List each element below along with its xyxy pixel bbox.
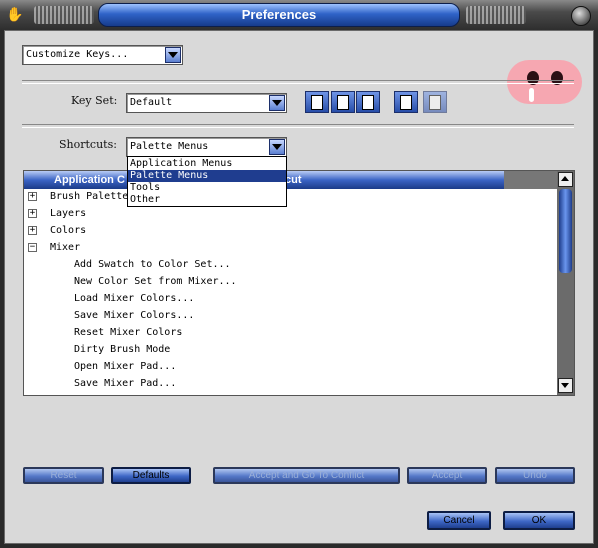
undo-button[interactable]: Undo [495, 467, 575, 484]
cancel-button[interactable]: Cancel [427, 511, 491, 530]
reset-button[interactable]: Reset [23, 467, 104, 484]
list-item[interactable]: Load Mixer Colors... [74, 290, 194, 307]
summary-icon [400, 94, 412, 110]
list-item[interactable]: Save Mixer Colors... [74, 307, 194, 324]
list-item[interactable]: Reset Mixer Colors [74, 324, 182, 341]
list-item[interactable]: Add Swatch to Color Set... [74, 256, 231, 273]
shortcuts-select[interactable]: Palette Menus [126, 137, 287, 157]
scroll-thumb[interactable] [559, 189, 572, 273]
ok-button[interactable]: OK [503, 511, 575, 530]
shortcuts-dropdown-menu[interactable]: Application Menus Palette Menus Tools Ot… [127, 156, 287, 207]
list-header-filler [504, 171, 560, 189]
dropdown-option-selected[interactable]: Palette Menus [128, 170, 286, 182]
chevron-down-icon[interactable] [269, 95, 285, 111]
hand-icon: ✋ [6, 7, 24, 23]
list-item[interactable]: Dirty Brush Mode [74, 341, 170, 358]
dropdown-option[interactable]: Other [128, 194, 286, 206]
delete-icon [429, 94, 441, 110]
collapse-icon[interactable]: − [28, 243, 37, 252]
save-document-icon [362, 94, 374, 110]
shortcuts-label: Shortcuts: [59, 138, 117, 151]
new-key-set-button[interactable] [305, 91, 329, 113]
key-set-value: Default [130, 97, 173, 108]
column-header-application: Application C [54, 174, 125, 186]
column-header-shortcut: cut [285, 174, 302, 186]
divider [22, 124, 574, 128]
scroll-up-button[interactable] [558, 172, 573, 187]
list-item[interactable]: Open Mixer Pad... [74, 358, 176, 375]
chevron-up-icon [561, 176, 569, 181]
open-document-icon [337, 94, 349, 110]
accept-button[interactable]: Accept [407, 467, 487, 484]
vertical-scrollbar[interactable] [557, 171, 574, 395]
window-title: Preferences [98, 3, 460, 27]
save-key-set-button[interactable] [356, 91, 380, 113]
title-grip-right [466, 6, 526, 24]
expand-icon[interactable]: + [28, 192, 37, 201]
dropdown-option[interactable]: Tools [128, 182, 286, 194]
scroll-down-button[interactable] [558, 378, 573, 393]
key-set-label: Key Set: [71, 94, 118, 107]
title-grip-left [34, 6, 94, 24]
title-bar[interactable]: ✋ Preferences [0, 0, 598, 30]
list-item[interactable]: Save Mixer Pad... [74, 375, 176, 392]
summary-button[interactable] [394, 91, 418, 113]
shortcuts-value: Palette Menus [130, 141, 209, 152]
defaults-button[interactable]: Defaults [111, 467, 191, 484]
chevron-down-icon [561, 383, 569, 388]
key-set-select[interactable]: Default [126, 93, 287, 113]
dropdown-option[interactable]: Application Menus [128, 158, 286, 170]
chevron-down-icon[interactable] [165, 47, 181, 63]
shortcuts-list[interactable]: Application C cut + Brush Palette + Laye… [23, 170, 575, 396]
open-key-set-button[interactable] [331, 91, 355, 113]
expand-icon[interactable]: + [28, 226, 37, 235]
new-document-icon [311, 94, 323, 110]
chevron-down-icon[interactable] [269, 139, 285, 155]
expand-icon[interactable]: + [28, 209, 37, 218]
divider [22, 80, 574, 84]
category-select[interactable]: Customize Keys... [22, 45, 183, 65]
delete-key-set-button[interactable] [423, 91, 447, 113]
accept-and-go-to-conflict-button[interactable]: Accept and Go To Conflict [213, 467, 400, 484]
list-item[interactable]: New Color Set from Mixer... [74, 273, 237, 290]
category-select-value: Customize Keys... [26, 49, 129, 60]
close-icon[interactable] [571, 6, 591, 26]
